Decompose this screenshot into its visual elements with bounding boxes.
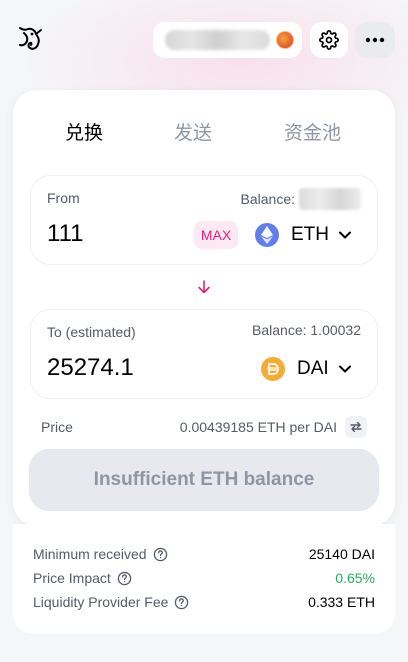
question-icon[interactable] (153, 547, 168, 562)
chevron-down-icon (338, 365, 351, 373)
to-panel: To (estimated) Balance: 1.00032 25274.1 … (30, 309, 378, 399)
unicorn-logo-icon[interactable] (14, 24, 44, 54)
from-amount-input[interactable]: 111 (47, 220, 83, 248)
price-impact-value: 0.65% (335, 570, 375, 586)
header (0, 0, 408, 80)
from-token-select[interactable]: ETH (255, 220, 351, 250)
to-token-symbol: DAI (297, 358, 329, 379)
minimum-received-text: Minimum received (33, 546, 147, 562)
from-balance-label: Balance: (240, 191, 295, 207)
arrow-down-icon[interactable] (196, 279, 212, 295)
detail-row-price-impact: Price Impact 0.65% (33, 568, 375, 590)
chevron-down-icon (339, 231, 351, 239)
insufficient-balance-button[interactable]: Insufficient ETH balance (29, 449, 379, 511)
to-label: To (estimated) (47, 324, 136, 340)
to-balance: Balance: 1.00032 (252, 322, 361, 338)
account-button[interactable] (153, 22, 302, 58)
liquidity-fee-text: Liquidity Provider Fee (33, 594, 169, 610)
swap-arrows-icon (350, 421, 362, 433)
liquidity-fee-label: Liquidity Provider Fee (33, 594, 189, 610)
to-token-select[interactable]: DAI (261, 354, 351, 384)
swap-rate-button[interactable] (345, 416, 367, 438)
from-balance: Balance: (241, 188, 361, 210)
liquidity-fee-value: 0.333 ETH (308, 594, 375, 610)
to-amount-input[interactable]: 25274.1 (47, 354, 134, 382)
swap-details: Minimum received 25140 DAI Price Impact … (13, 524, 395, 634)
tab-swap[interactable]: 兑换 (65, 118, 103, 145)
from-label: From (47, 190, 80, 206)
question-icon[interactable] (174, 595, 189, 610)
price-row: Price 0.00439185 ETH per DAI (41, 416, 367, 439)
more-options-button[interactable] (355, 22, 395, 58)
price-value: 0.00439185 ETH per DAI (179, 419, 337, 435)
question-icon[interactable] (117, 571, 132, 586)
gear-icon (319, 30, 339, 50)
from-balance-value-blurred (299, 188, 361, 210)
price-label: Price (41, 419, 73, 435)
price-impact-label: Price Impact (33, 570, 132, 586)
tab-pool[interactable]: 资金池 (284, 118, 341, 145)
ethereum-icon (255, 223, 279, 247)
from-token-symbol: ETH (291, 224, 329, 245)
from-panel: From Balance: 111 MAX ETH (30, 175, 378, 265)
detail-row-minimum-received: Minimum received 25140 DAI (33, 544, 375, 566)
nav-tabs: 兑换 发送 资金池 (13, 118, 395, 146)
max-button[interactable]: MAX (194, 221, 238, 249)
minimum-received-value: 25140 DAI (308, 546, 375, 562)
dai-icon (261, 357, 285, 381)
minimum-received-label: Minimum received (33, 546, 168, 562)
price-impact-text: Price Impact (33, 570, 111, 586)
tab-send[interactable]: 发送 (174, 118, 212, 145)
swap-card: 兑换 发送 资金池 From Balance: 111 MAX ETH To (… (13, 90, 395, 526)
more-horizontal-icon (365, 37, 385, 43)
account-address-blurred (165, 30, 271, 50)
account-avatar-icon (276, 31, 294, 49)
settings-button[interactable] (310, 22, 348, 58)
detail-row-liquidity-fee: Liquidity Provider Fee 0.333 ETH (33, 592, 375, 614)
